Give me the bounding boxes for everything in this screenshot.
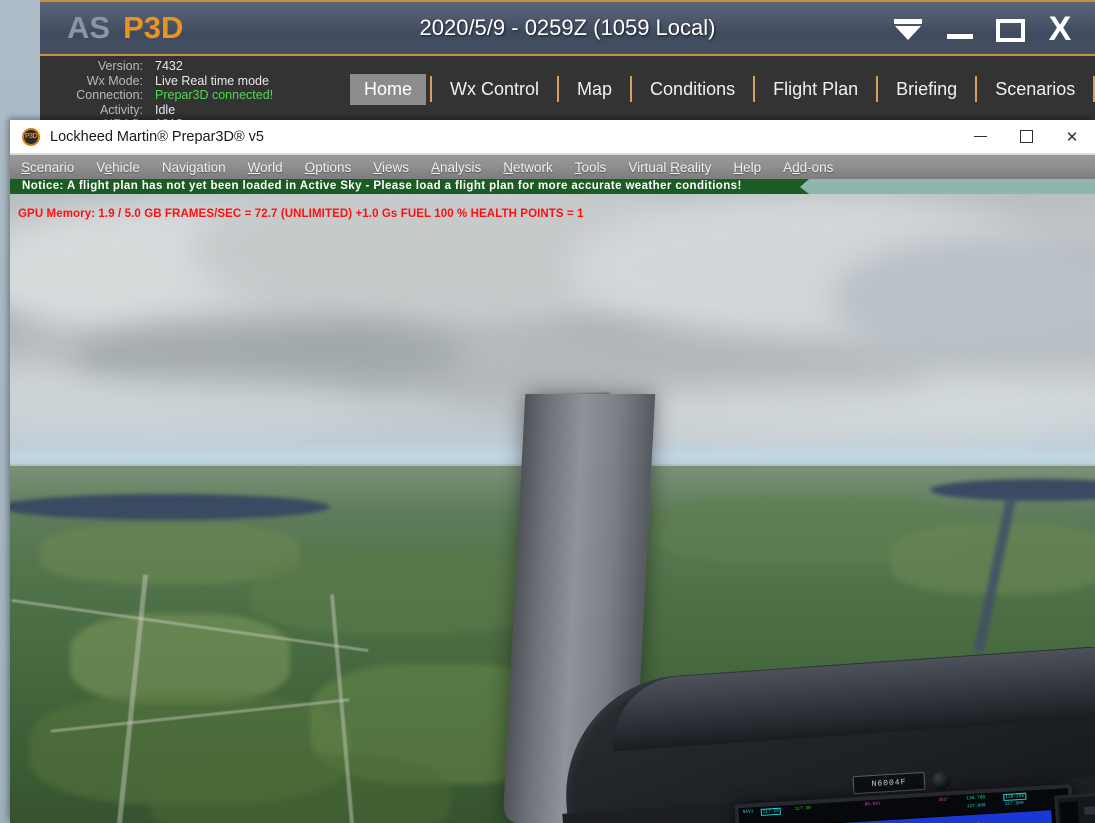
tab-flight-plan[interactable]: Flight Plan <box>759 74 872 105</box>
close-button[interactable]: ✕ <box>1049 120 1095 153</box>
menu-virtual-reality[interactable]: Virtual Reality <box>617 160 722 175</box>
prepar3d-titlebar[interactable]: P3D Lockheed Martin® Prepar3D® v5 ✕ <box>10 120 1095 154</box>
tab-briefing[interactable]: Briefing <box>882 74 971 105</box>
status-value: 7432 <box>155 59 183 73</box>
close-icon: ✕ <box>1065 128 1079 146</box>
prepar3d-window-title: Lockheed Martin® Prepar3D® v5 <box>50 128 264 145</box>
tab-separator <box>876 76 879 102</box>
maximize-button[interactable] <box>993 10 1027 48</box>
prepar3d-app-icon: P3D <box>22 127 40 146</box>
pfd-com1-standby: 128.250 <box>1003 792 1027 802</box>
tab-map[interactable]: Map <box>563 74 626 105</box>
active-sky-window-buttons: X <box>889 10 1077 48</box>
field-patch <box>150 754 450 823</box>
menu-network[interactable]: Network <box>492 160 564 175</box>
menu-analysis[interactable]: Analysis <box>420 160 492 175</box>
prepar3d-window: P3D Lockheed Martin® Prepar3D® v5 ✕ Scen… <box>10 120 1095 823</box>
minimize-button[interactable] <box>957 120 1003 153</box>
pfd-com1-active: 126.700 <box>966 795 986 802</box>
field-patch <box>70 614 290 704</box>
menu-options[interactable]: Options <box>294 160 363 175</box>
registration-number: N6004F <box>871 777 907 789</box>
lake <box>10 494 330 520</box>
minimize-icon <box>973 135 987 138</box>
menu-help[interactable]: Help <box>722 160 772 175</box>
collapse-button[interactable] <box>889 10 927 48</box>
field-patch <box>250 554 550 634</box>
menu-tools[interactable]: Tools <box>564 160 618 175</box>
prepar3d-menu-bar: Scenario Vehicle Navigation World Option… <box>10 154 1095 179</box>
tab-separator <box>753 76 756 102</box>
simulator-viewport[interactable]: GPU Memory: 1.9 / 5.0 GB FRAMES/SEC = 72… <box>10 194 1095 823</box>
status-label: Version: <box>97 59 143 73</box>
menu-add-ons[interactable]: Add-ons <box>772 160 844 175</box>
status-label: Wx Mode: <box>86 73 143 88</box>
status-value: Idle <box>155 102 176 117</box>
app-icon-label: P3D <box>24 133 38 140</box>
status-row-wx-mode: Wx Mode: Live Real time mode <box>40 74 315 89</box>
pfd-ground-speed: 80.0kt <box>864 801 881 808</box>
tab-home[interactable]: Home <box>350 73 427 105</box>
tab-separator <box>630 76 633 102</box>
pfd-nav-label: NAV1 <box>742 809 754 815</box>
tab-wx-control[interactable]: Wx Control <box>436 74 553 105</box>
pfd-com2-active: 127.000 <box>966 803 986 810</box>
screen: AS P3D 2020/5/9 - 0259Z (1059 Local) X Ve… <box>0 0 1095 823</box>
g1000-side-bezel[interactable] <box>1054 792 1095 823</box>
notice-message: Notice: A flight plan has not yet been l… <box>22 180 742 192</box>
active-sky-body: Version: 7432 Wx Mode: Live Real time mo… <box>40 56 1095 125</box>
menu-world[interactable]: World <box>237 160 294 175</box>
chevron-down-icon <box>889 10 927 48</box>
status-label: Connection: <box>76 88 143 103</box>
status-row-version: Version: 7432 <box>40 59 315 74</box>
menu-navigation[interactable]: Navigation <box>151 160 237 175</box>
status-label: Activity: <box>99 102 143 117</box>
active-sky-titlebar[interactable]: AS P3D 2020/5/9 - 0259Z (1059 Local) X <box>40 0 1095 56</box>
active-sky-notice-bar: Notice: A flight plan has not yet been l… <box>10 179 1095 194</box>
menu-scenario[interactable]: Scenario <box>10 160 85 175</box>
pfd-com2-standby: 127.900 <box>1004 800 1024 807</box>
tab-separator <box>975 76 978 102</box>
active-sky-window: AS P3D 2020/5/9 - 0259Z (1059 Local) X Ve… <box>40 0 1095 125</box>
tab-conditions[interactable]: Conditions <box>636 74 749 105</box>
pfd-track: 353° <box>938 797 950 804</box>
menu-vehicle[interactable]: Vehicle <box>85 160 151 175</box>
mfd-button[interactable] <box>1083 806 1095 815</box>
tab-separator <box>557 76 560 102</box>
status-value-connection: Prepar3D connected! <box>155 88 274 103</box>
active-sky-navigation-tabs: Home Wx Control Map Conditions Flight Pl… <box>350 70 1095 108</box>
pfd-nav1-active: 117.20 <box>760 807 782 816</box>
tab-separator <box>430 76 433 102</box>
status-row-connection: Connection: Prepar3D connected! <box>40 88 315 103</box>
minimize-button[interactable] <box>943 10 977 48</box>
prepar3d-window-buttons: ✕ <box>957 120 1095 153</box>
maximize-icon <box>1019 130 1033 143</box>
status-value: Live Real time mode <box>155 73 269 88</box>
pfd-nav1-standby: 117.30 <box>794 805 812 812</box>
status-row-activity: Activity: Idle <box>40 103 315 118</box>
performance-stats-overlay: GPU Memory: 1.9 / 5.0 GB FRAMES/SEC = 72… <box>18 208 584 220</box>
maximize-icon <box>993 10 1027 48</box>
status-panel: Version: 7432 Wx Mode: Live Real time mo… <box>40 59 315 125</box>
menu-views[interactable]: Views <box>362 160 420 175</box>
close-button[interactable]: X <box>1043 10 1077 48</box>
tab-scenarios[interactable]: Scenarios <box>981 74 1089 105</box>
minimize-icon <box>943 10 977 48</box>
maximize-button[interactable] <box>1003 120 1049 153</box>
